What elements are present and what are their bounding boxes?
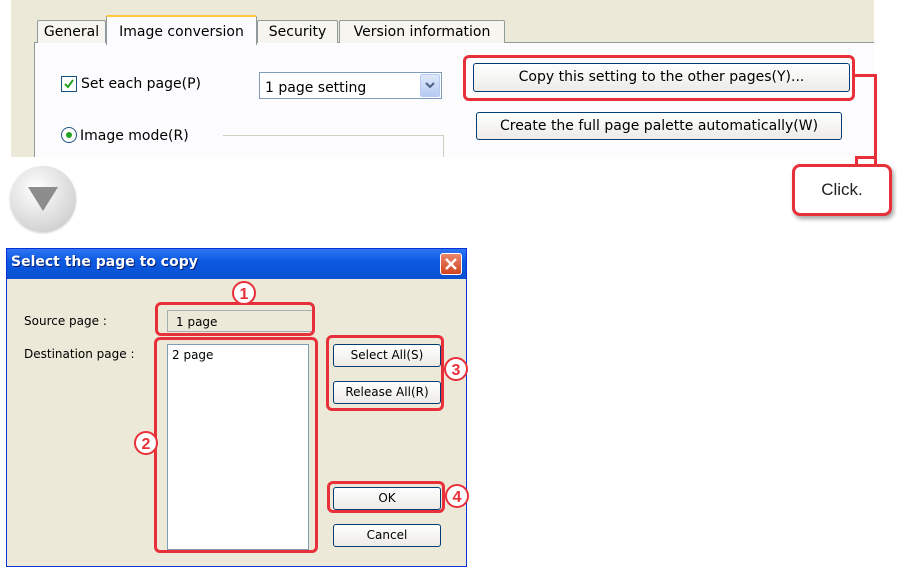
checkmark-icon (64, 79, 74, 89)
image-mode-label: Image mode(R) (80, 128, 189, 144)
highlight-source-page (155, 302, 315, 336)
highlight-destination-list (154, 337, 318, 553)
highlight-copy-button (463, 55, 855, 101)
close-button[interactable] (440, 253, 462, 275)
tab-image-conversion[interactable]: Image conversion (106, 15, 257, 45)
page-setting-select[interactable]: 1 page setting (259, 72, 442, 99)
down-triangle-icon (28, 187, 58, 211)
marker-1: 1 (232, 281, 256, 305)
close-icon (445, 258, 457, 270)
dialog-titlebar[interactable]: Select the page to copy (7, 249, 466, 279)
radio-circle[interactable] (61, 127, 77, 143)
dialog-title: Select the page to copy (11, 254, 198, 270)
destination-page-label: Destination page : (24, 347, 135, 361)
callout-connector (874, 74, 877, 165)
callout-connector (855, 156, 877, 159)
page-setting-value: 1 page setting (265, 80, 367, 96)
step-arrow (10, 166, 76, 232)
marker-4: 4 (445, 484, 469, 508)
marker-3: 3 (444, 357, 468, 381)
highlight-select-release (326, 335, 444, 411)
tab-version-information[interactable]: Version information (339, 20, 505, 43)
chevron-down-icon (425, 82, 435, 89)
group-box-line (223, 135, 443, 136)
radio-dot (66, 132, 72, 138)
group-box-line (443, 135, 444, 157)
tab-general[interactable]: General (37, 20, 106, 43)
source-page-label: Source page : (24, 314, 107, 328)
click-callout: Click. (792, 164, 892, 216)
create-palette-button[interactable]: Create the full page palette automatical… (476, 112, 842, 140)
checkbox-box[interactable] (61, 76, 77, 92)
set-each-page-label: Set each page(P) (81, 76, 201, 92)
dropdown-button[interactable] (420, 74, 440, 97)
marker-2: 2 (134, 431, 158, 455)
highlight-ok-button (327, 481, 445, 513)
tab-security[interactable]: Security (257, 20, 338, 43)
cancel-button[interactable]: Cancel (333, 524, 441, 547)
